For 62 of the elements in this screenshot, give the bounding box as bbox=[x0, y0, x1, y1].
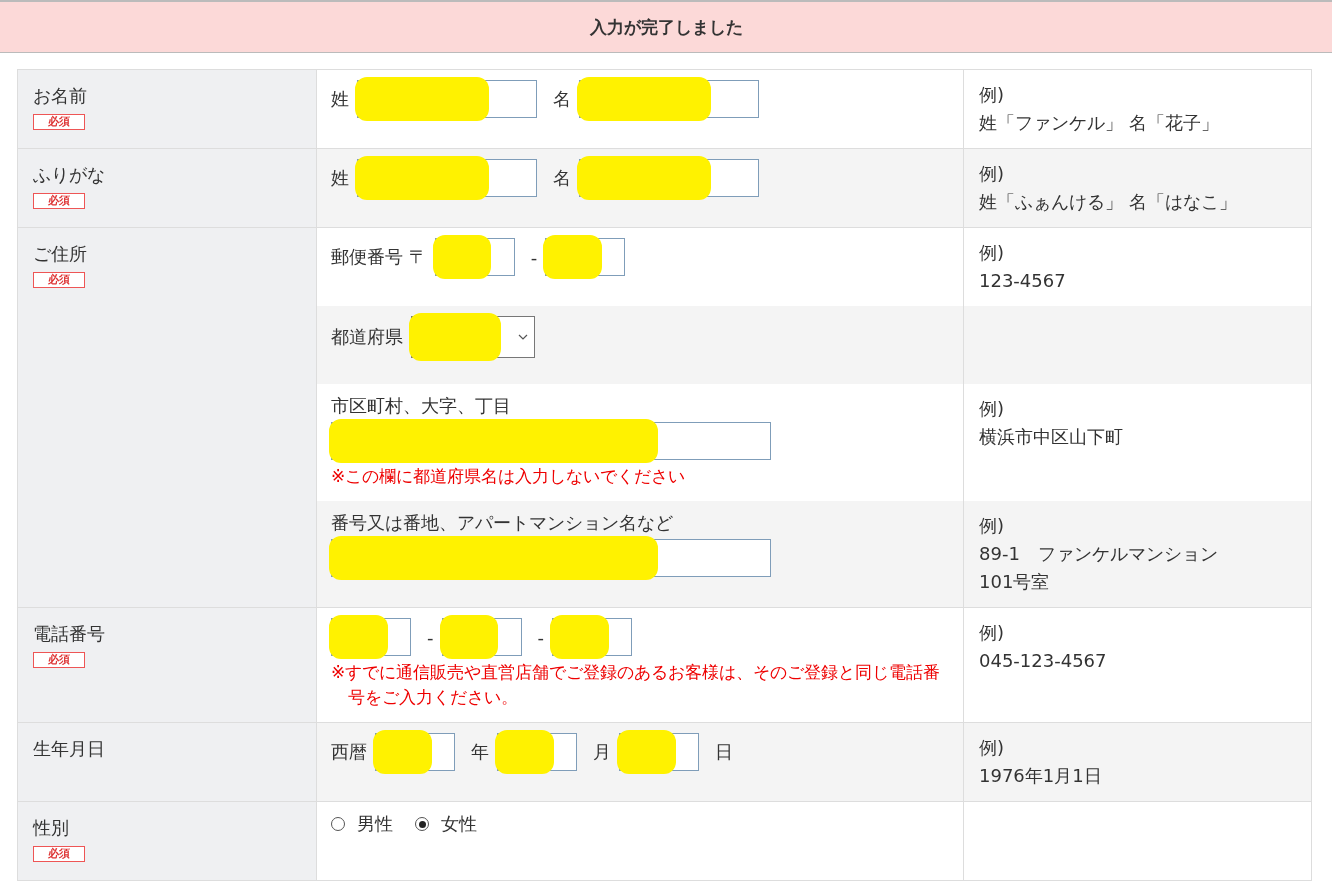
example-text: 1976年1月1日 bbox=[979, 764, 1103, 788]
required-badge: 必須 bbox=[33, 846, 85, 862]
example-text: 101号室 bbox=[979, 570, 1051, 594]
input-field[interactable] bbox=[357, 159, 537, 197]
input-field[interactable] bbox=[545, 238, 626, 276]
field-label: お名前 bbox=[33, 84, 87, 108]
input-label: 西暦 bbox=[331, 740, 367, 764]
example-text: 123-4567 bbox=[979, 269, 1067, 293]
example-text: 例) bbox=[979, 621, 1006, 645]
example-text: 姓「ファンケル」 名「花子」 bbox=[979, 111, 1220, 135]
input-field[interactable] bbox=[552, 618, 632, 656]
input-field[interactable] bbox=[331, 539, 771, 577]
input-label: - bbox=[537, 626, 544, 648]
input-field[interactable] bbox=[579, 80, 759, 118]
input-field[interactable] bbox=[357, 80, 537, 118]
input-label: 年 bbox=[471, 740, 489, 764]
input-label: - bbox=[530, 246, 538, 268]
required-badge: 必須 bbox=[33, 193, 85, 209]
banner-text: 入力が完了しました bbox=[589, 15, 743, 39]
input-label: 郵便番号 〒 bbox=[331, 245, 427, 269]
input-label: - bbox=[427, 626, 434, 648]
input-label: 都道府県 bbox=[331, 325, 403, 349]
input-label: 名 bbox=[553, 87, 571, 111]
field-label: 性別 bbox=[33, 816, 69, 840]
input-label: 月 bbox=[593, 740, 611, 764]
example-text: 例) bbox=[979, 83, 1006, 107]
note-text: ※この欄に都道府県名は入力しないでください bbox=[331, 465, 687, 488]
required-badge: 必須 bbox=[33, 652, 85, 668]
input-field[interactable] bbox=[331, 422, 771, 460]
radio-option[interactable]: 男性 bbox=[331, 812, 393, 836]
example-text: 例) bbox=[979, 162, 1006, 186]
select-field[interactable] bbox=[411, 316, 535, 358]
input-field[interactable] bbox=[331, 618, 411, 656]
input-label: 姓 bbox=[331, 87, 349, 111]
input-label: 市区町村、大字、丁目 bbox=[331, 394, 511, 418]
required-badge: 必須 bbox=[33, 272, 85, 288]
caret-icon bbox=[518, 334, 528, 340]
example-text: 横浜市中区山下町 bbox=[979, 425, 1124, 449]
field-label: 生年月日 bbox=[33, 737, 105, 761]
input-field[interactable] bbox=[579, 159, 759, 197]
input-field[interactable] bbox=[375, 733, 455, 771]
field-label: ふりがな bbox=[33, 163, 105, 187]
input-field[interactable] bbox=[497, 733, 577, 771]
example-text: 例) bbox=[979, 397, 1006, 421]
note-text: ※すでに通信販売や直営店舗でご登録のあるお客様は、そのご登録と同じ電話番号をご入力ください。 bbox=[331, 661, 942, 709]
example-text: 89-1 ファンケルマンション bbox=[979, 542, 1219, 566]
input-label: 名 bbox=[553, 166, 571, 190]
example-text: 姓「ふぁんける」 名「はなこ」 bbox=[979, 190, 1238, 214]
input-field[interactable] bbox=[619, 733, 699, 771]
field-label: ご住所 bbox=[33, 242, 87, 266]
example-text: 例) bbox=[979, 241, 1006, 265]
input-label: 番号又は番地、アパートマンション名など bbox=[331, 511, 673, 535]
radio-option[interactable]: 女性 bbox=[415, 812, 477, 836]
input-label: 姓 bbox=[331, 166, 349, 190]
field-label: 電話番号 bbox=[33, 622, 105, 646]
example-text: 例) bbox=[979, 736, 1006, 760]
input-field[interactable] bbox=[434, 238, 515, 276]
example-text: 045-123-4567 bbox=[979, 649, 1108, 673]
input-field[interactable] bbox=[441, 618, 522, 656]
required-badge: 必須 bbox=[33, 114, 85, 130]
input-label: 日 bbox=[715, 740, 733, 764]
example-text: 例) bbox=[979, 514, 1006, 538]
